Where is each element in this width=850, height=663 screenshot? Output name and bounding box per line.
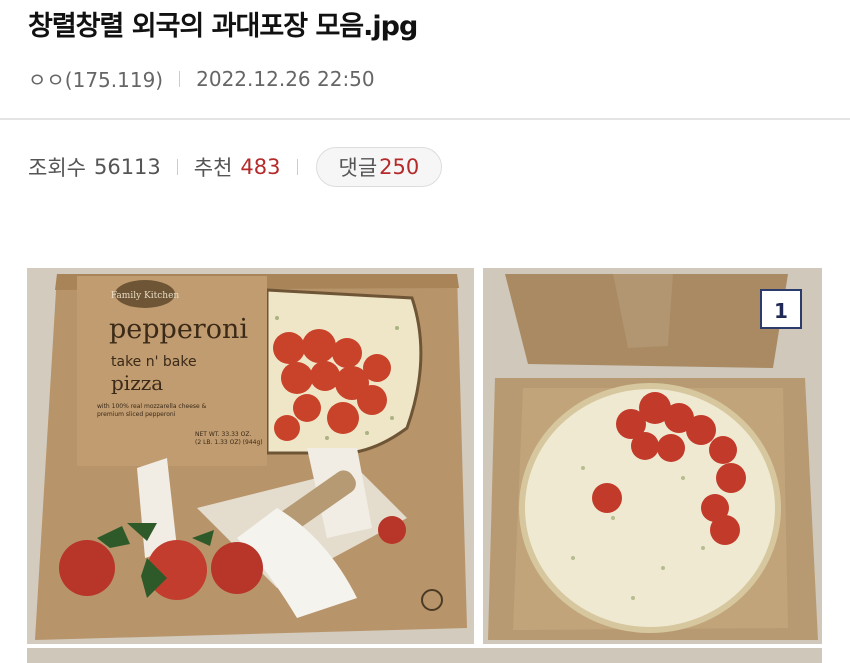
product-desc-line2: premium sliced pepperoni (97, 411, 176, 418)
views-count: 56113 (93, 155, 161, 179)
stats-divider (296, 159, 298, 175)
meta-divider (179, 70, 181, 87)
product-name-text: pepperoni (109, 314, 248, 345)
comments-button[interactable]: 댓글 250 (315, 147, 443, 187)
product-type-text: pizza (111, 371, 163, 395)
comments-label: 댓글 (338, 156, 378, 180)
pizza-box-image: Family Kitchen pepperoni take n' bake pi… (27, 268, 474, 644)
brand-logo-text: Family Kitchen (111, 291, 180, 301)
product-subtitle-text: take n' bake (111, 354, 197, 370)
post-stats: 조회수 56113 추천 483 댓글 250 (28, 147, 443, 187)
recommend-count: 483 (240, 155, 281, 179)
post-meta: ㅇㅇ(175.119) 2022.12.26 22:50 (28, 64, 375, 93)
author-name[interactable]: ㅇㅇ(175.119) (28, 64, 163, 93)
product-desc-line1: with 100% real mozzarella cheese & (97, 403, 207, 410)
post-datetime: 2022.12.26 22:50 (196, 66, 375, 91)
stats-divider (176, 159, 178, 175)
comments-count: 250 (379, 155, 420, 179)
next-photo-strip (27, 648, 822, 663)
pizza-box-photo[interactable]: Family Kitchen pepperoni take n' bake pi… (27, 268, 474, 644)
image-index-badge: 1 (760, 289, 802, 329)
net-weight-line1: NET WT. 33.33 OZ. (195, 431, 251, 438)
post-title: 창렬창렬 외국의 과대포장 모음.jpg (28, 11, 418, 42)
net-weight-line2: (2 LB. 1.33 OZ) (944g) (195, 439, 263, 446)
recommend-label: 추천 (193, 156, 233, 180)
views-label: 조회수 (28, 156, 86, 180)
header-divider (0, 118, 850, 120)
